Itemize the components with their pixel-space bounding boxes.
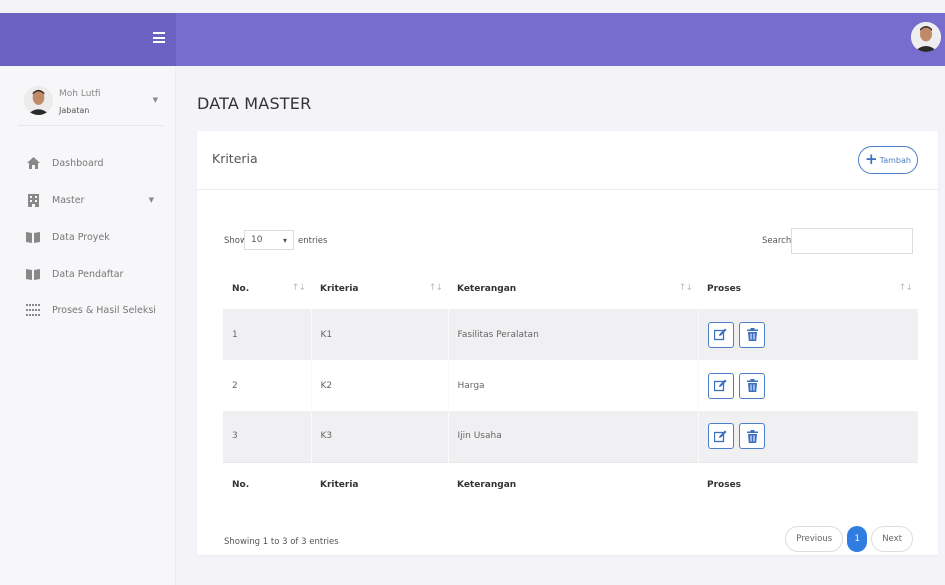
footer-keterangan: Keterangan [448,461,698,508]
entries-select[interactable]: 10 ▾ [244,230,294,250]
top-header [176,13,945,66]
table-info: Showing 1 to 3 of 3 entries [224,537,339,547]
sort-icon: ↑↓ [291,283,306,293]
search-input[interactable] [791,228,913,254]
plus-icon: + [865,150,878,168]
home-icon [26,156,40,170]
page-title: DATA MASTER [197,94,312,113]
user-role: Jabatan [59,106,90,115]
add-button[interactable]: + Tambah [858,146,918,174]
cell-no: 1 [223,309,311,360]
column-header-no[interactable]: No. ↑↓ [223,269,311,309]
kriteria-table: No. ↑↓ Kriteria ↑↓ Keterangan ↑↓ Proses ↑↓ 1… [223,269,918,508]
table-row: 2 K2 Harga [223,360,918,411]
trash-icon [746,379,758,392]
sidebar: Moh Lutfi Jabatan ▼ Dashboard Master ▼ D… [0,66,176,585]
cell-proses [697,411,918,462]
pagination: Previous 1 Next [785,526,913,552]
edit-icon [714,328,727,341]
delete-button[interactable] [739,321,766,348]
sidebar-item-data-pendaftar[interactable]: Data Pendaftar [26,264,166,284]
sidebar-item-label: Dashboard [52,157,104,169]
card-header: Kriteria + Tambah [197,131,938,190]
footer-no: No. [223,461,311,508]
trash-icon [746,429,758,443]
sidebar-item-label: Data Pendaftar [52,268,124,280]
footer-proses: Proses [698,461,918,508]
user-profile[interactable]: Moh Lutfi Jabatan ▼ [18,76,164,126]
sidebar-item-dashboard[interactable]: Dashboard [26,153,166,173]
sidebar-item-label: Proses & Hasil Seleksi [52,304,156,316]
next-button[interactable]: Next [871,526,913,552]
sidebar-item-label: Master [52,194,85,206]
cell-no: 3 [223,411,311,462]
sidebar-item-proses-hasil-seleksi[interactable]: Proses & Hasil Seleksi [26,300,166,320]
trash-icon [746,328,758,341]
previous-button[interactable]: Previous [785,526,844,552]
edit-button[interactable] [707,372,734,399]
chevron-down-icon[interactable]: ▼ [153,96,158,104]
column-header-proses[interactable]: Proses ↑↓ [698,269,918,309]
column-header-kriteria[interactable]: Kriteria ↑↓ [311,269,448,309]
length-label-post: entries [298,236,328,246]
sidebar-item-label: Data Proyek [52,231,110,243]
edit-icon [714,379,727,392]
cell-kriteria: K2 [310,360,448,411]
grid-icon [26,303,40,317]
add-button-label: Tambah [879,155,911,165]
edit-button[interactable] [707,321,734,348]
delete-button[interactable] [739,372,766,399]
cell-kriteria: K1 [310,309,448,360]
avatar [24,86,53,115]
sidebar-item-data-proyek[interactable]: Data Proyek [26,227,166,247]
edit-icon [714,430,727,442]
sidebar-item-master[interactable]: Master ▼ [26,190,166,210]
footer-kriteria: Kriteria [311,461,448,508]
cell-no: 2 [223,360,311,411]
table-row: 3 K3 Ijin Usaha [223,411,918,462]
cell-keterangan: Ijin Usaha [447,411,698,462]
cell-kriteria: K3 [310,411,448,462]
chevron-down-icon: ▾ [282,235,287,245]
book-icon [26,230,40,244]
column-header-keterangan[interactable]: Keterangan ↑↓ [448,269,698,309]
cell-proses [697,360,918,411]
kriteria-card: Kriteria + Tambah Show 10 ▾ entries Sear… [197,131,938,555]
sort-icon: ↑↓ [428,283,443,293]
sort-icon: ↑↓ [898,283,913,293]
edit-button[interactable] [707,423,734,450]
user-name: Moh Lutfi [59,89,101,99]
hamburger-menu-icon[interactable] [153,32,165,43]
page-1-button[interactable]: 1 [847,526,868,552]
cell-keterangan: Fasilitas Peralatan [447,309,698,360]
brand-bar [0,13,176,66]
delete-button[interactable] [739,423,766,450]
chevron-down-icon: ▼ [148,196,154,204]
card-title: Kriteria [212,151,258,166]
cell-proses [697,309,918,360]
book-icon [26,267,40,281]
search-label: Search: [762,236,795,246]
user-avatar[interactable] [911,22,941,52]
sort-icon: ↑↓ [678,283,693,293]
building-icon [26,193,40,207]
table-row: 1 K1 Fasilitas Peralatan [223,309,918,360]
entries-select-value: 10 [251,235,263,245]
cell-keterangan: Harga [447,360,698,411]
